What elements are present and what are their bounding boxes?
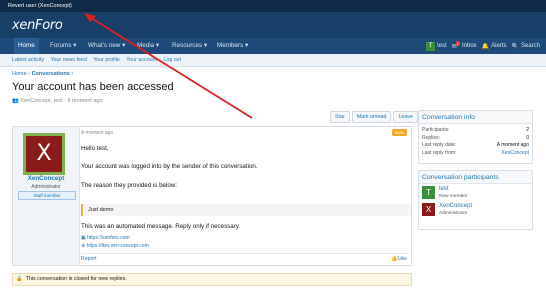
message-greeting: Hello test, [81,145,109,152]
message-body: A moment ago New Hello test, Your accoun… [81,127,411,266]
inbox-badge: 1 [455,41,460,46]
bell-icon: 🔔 [481,43,490,50]
participant-avatar[interactable]: T [422,186,435,199]
subnav-profile[interactable]: Your profile [93,57,120,63]
message-line-3: This was an automated message. Reply onl… [81,223,241,230]
info-value: A moment ago [496,142,529,148]
participants-title: Conversation participants [419,171,532,184]
breadcrumb: Home › Conversations › [12,71,73,77]
nav-home[interactable]: Home [14,38,39,54]
participant-avatar[interactable]: X [422,203,435,216]
participant-name[interactable]: test [439,186,449,192]
breadcrumb-home[interactable]: Home [12,71,27,77]
quote-block: Just demo [81,204,411,216]
nav-resources[interactable]: Resources ▾ [168,38,211,54]
inbox-label: Inbox [461,43,477,49]
site-header: xenForo [0,12,546,38]
nav-members[interactable]: Members ▾ [213,38,252,54]
star-button[interactable]: Star [330,111,350,123]
author-avatar[interactable]: X [23,133,65,175]
subnav-latest-activity[interactable]: Latest activity [12,57,44,63]
info-row-replies: Replies: 0 [419,135,532,143]
revert-user-link[interactable]: Revert user (XenConcept) [8,3,72,9]
message-user-column: X XenConcept Administrator Staff member [13,127,80,265]
link-xenforo-text[interactable]: https://xenforo.com [87,235,130,241]
link-xenforo[interactable]: ▣ https://xenforo.com [81,235,149,241]
participant-title: New member [439,194,468,199]
info-key: Last reply date: [422,142,457,148]
nav-account-area: T test ✉ 1 Inbox 🔔 Alerts 🔍 Search [426,40,540,52]
closed-notice-text: This conversation is closed for new repl… [25,276,127,282]
info-row-participants: Participants: 2 [419,127,532,135]
message-links: ▣ https://xenforo.com ⊕ https://dev.xen-… [81,235,149,251]
nav-username: test [437,43,447,49]
nav-alerts[interactable]: 🔔 Alerts [482,43,507,50]
main-navbar: Home Forums ▾ What's new ▾ Media ▾ Resou… [0,38,546,54]
conversation-actions: Star Mark unread Leave [330,111,418,123]
info-key: Replies: [422,134,441,141]
mark-unread-button[interactable]: Mark unread [351,111,392,123]
conversation-participants-panel: Conversation participants T test New mem… [418,170,533,230]
users-icon: 👥 [12,98,19,104]
subnav-logout[interactable]: Log out [163,57,181,63]
info-key: Participants: [422,127,450,133]
message-line-1: Your account was logged into by the send… [81,163,258,170]
participant-item: T test New member [419,184,532,201]
nav-search[interactable]: 🔍 Search [512,43,541,50]
info-row-last-reply-date: Last reply date: A moment ago [419,142,532,150]
leave-button[interactable]: Leave [393,111,418,123]
page-title: Your account has been accessed [12,81,174,93]
sub-navbar: Latest activity Your news feed Your prof… [0,54,546,67]
message-footer: Report 👍Like [81,253,409,266]
staff-badge: Staff member [18,191,76,200]
breadcrumb-separator: › [71,71,74,77]
lock-icon: 🔒 [16,276,23,282]
conversation-meta: 👥 XenConcept, test · 6 moment ago [12,98,103,104]
nav-whats-new[interactable]: What's new ▾ [84,38,129,54]
nav-media[interactable]: Media ▾ [133,38,163,54]
conversation-info-title: Conversation info [419,111,532,124]
conversation-message: X XenConcept Administrator Staff member … [12,126,412,266]
nav-inbox[interactable]: ✉ 1 Inbox [452,41,477,50]
search-label: Search [520,43,540,49]
quote-text: Just demo [88,207,114,213]
like-button[interactable]: 👍Like [391,256,407,262]
revert-user-bar[interactable]: Revert user (XenConcept) [0,0,546,12]
message-line-2: The reason they provided is below: [81,182,177,189]
participant-title: Administrator [439,211,468,216]
new-badge: New [391,129,407,136]
info-value: 0 [526,134,529,141]
subnav-news-feed[interactable]: Your news feed [50,57,86,63]
link-xenconcept[interactable]: ⊕ https://dev.xen-concept.com [81,243,149,249]
participant-name[interactable]: XenConcept [439,203,472,209]
conversation-info-panel: Conversation info Participants: 2 Replies… [418,110,533,164]
like-label: Like [397,256,407,262]
meta-text: XenConcept, test · 6 moment ago [20,98,103,104]
author-title: Administrator [31,184,61,190]
closed-notice: 🔒 This conversation is closed for new rep… [12,273,412,286]
nav-user[interactable]: T test [426,41,447,51]
site-logo[interactable]: xenForo [12,18,63,33]
nav-forums[interactable]: Forums ▾ [46,38,80,54]
participant-item: X XenConcept Administrator [419,201,532,218]
message-time[interactable]: A moment ago [81,130,113,136]
info-value: 2 [526,127,529,133]
breadcrumb-conversations[interactable]: Conversations [32,71,70,77]
author-username[interactable]: XenConcept [13,175,79,182]
info-row-last-reply-from: Last reply from: XenConcept [419,150,532,158]
user-avatar-small: T [426,41,436,51]
subnav-account[interactable]: Your account [126,57,157,63]
report-link[interactable]: Report [81,256,97,262]
link-xenconcept-text[interactable]: https://dev.xen-concept.com [87,243,149,249]
info-value-user-link[interactable]: XenConcept [501,150,529,156]
alerts-label: Alerts [491,43,507,49]
info-key: Last reply from: [422,149,457,156]
breadcrumb-separator: › [28,71,31,77]
search-icon: 🔍 [511,43,519,50]
